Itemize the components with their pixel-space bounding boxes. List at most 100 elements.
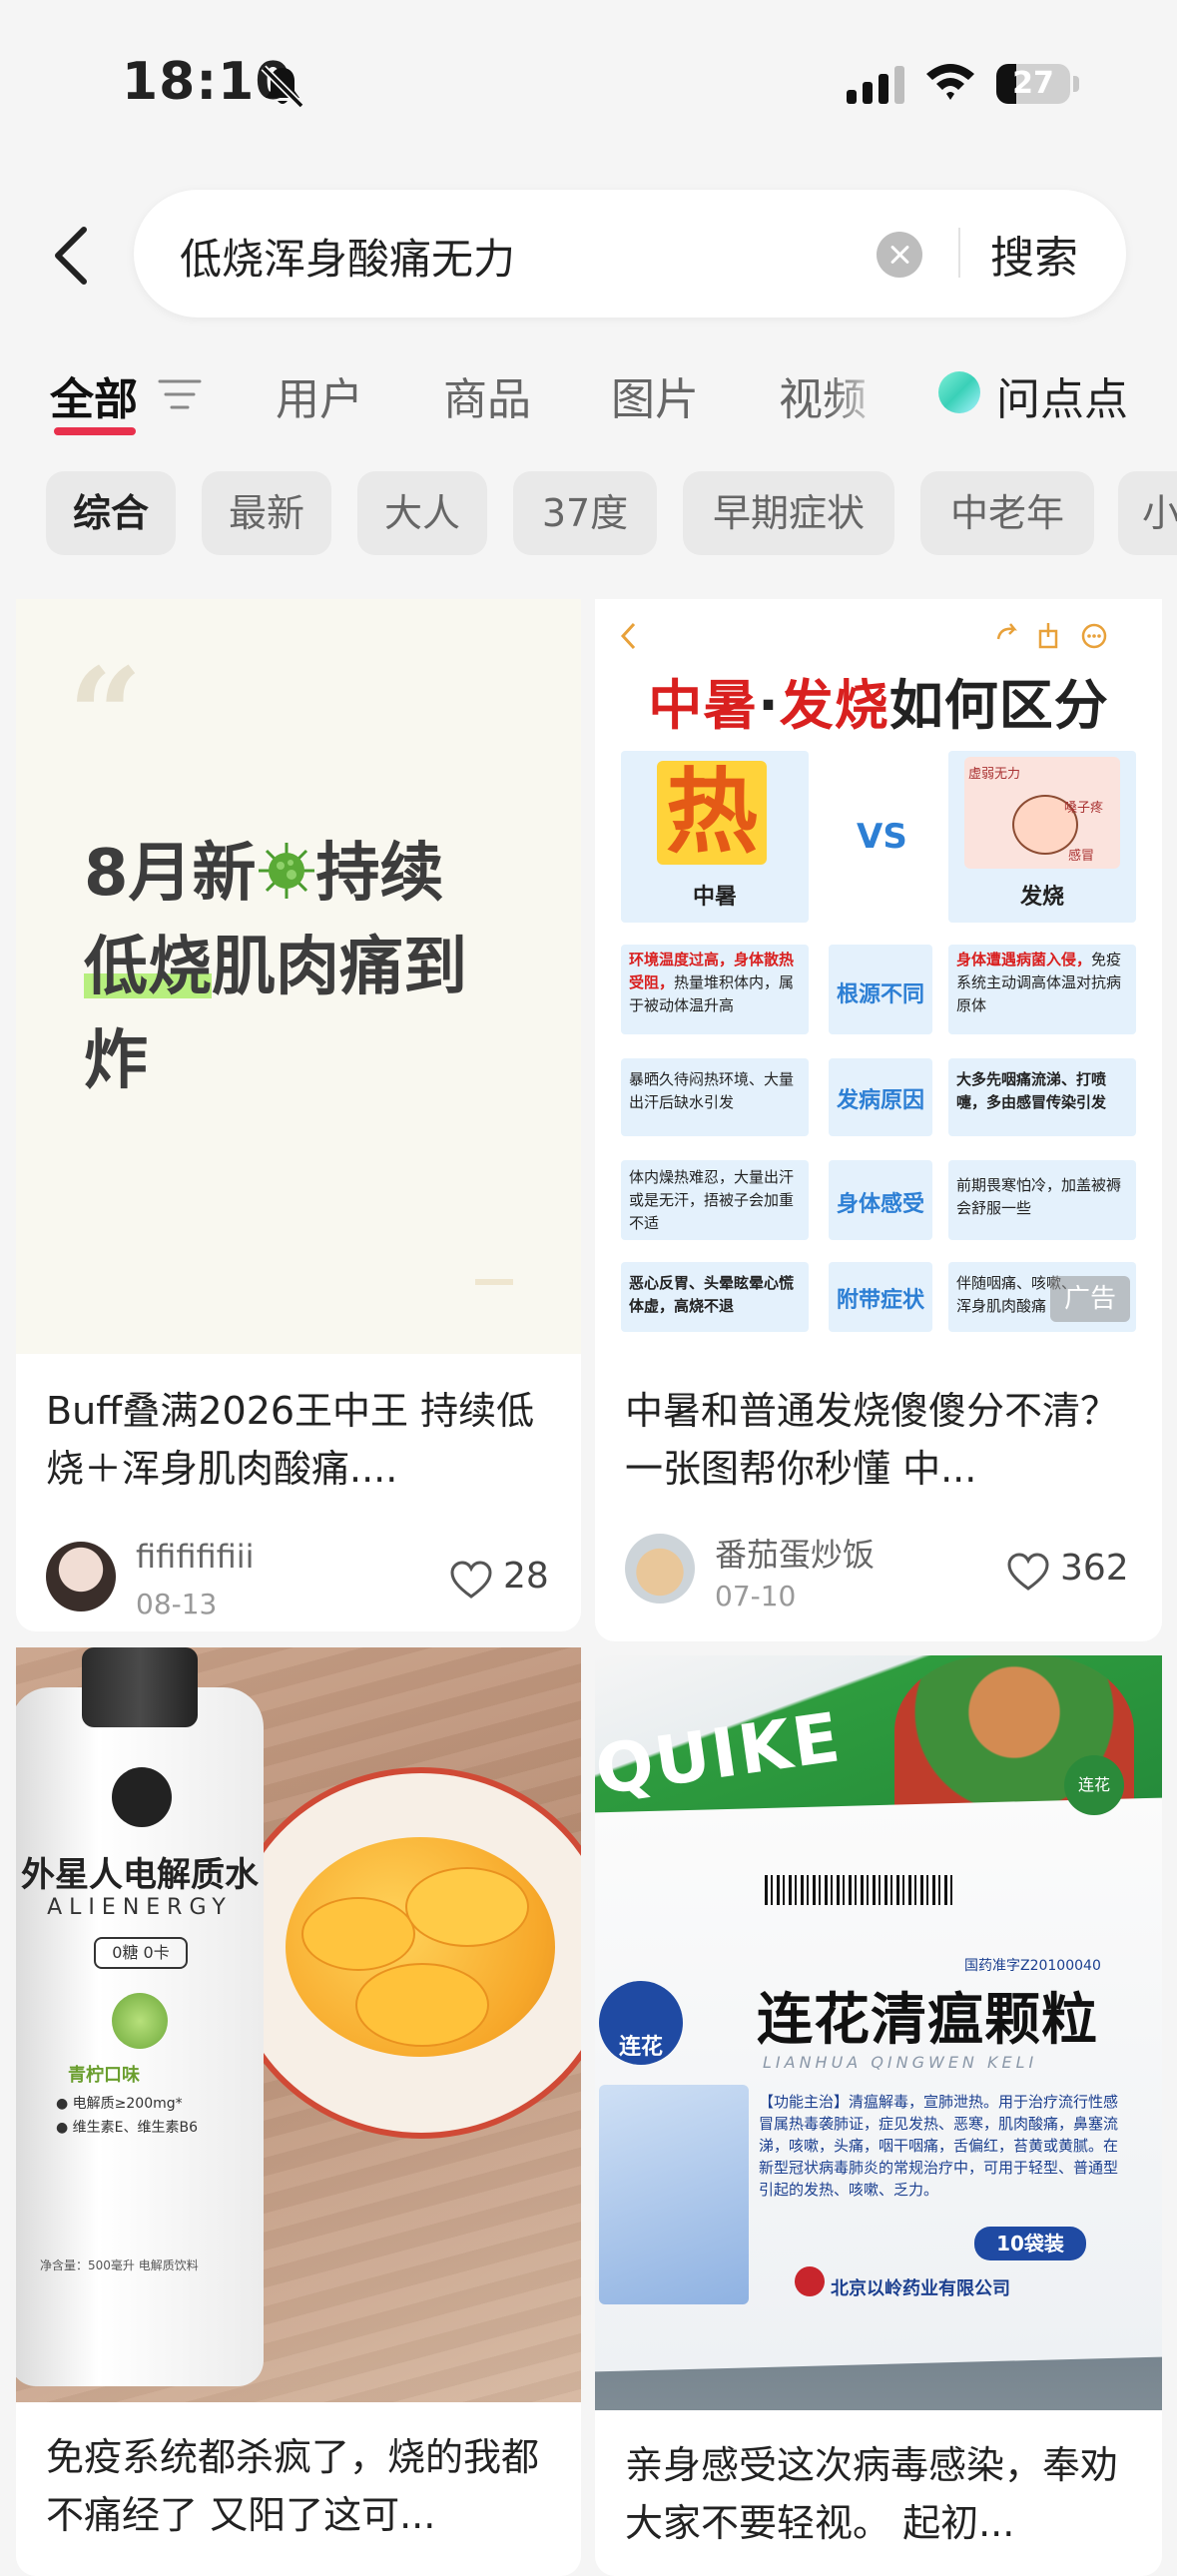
infographic-title: 中暑·发烧如何区分 — [595, 661, 1162, 740]
cause-left-text: 环境温度过高，身体散热受阻，热量堆积体内，属于被动体温升高 — [629, 949, 801, 1017]
fever-label: 发烧 — [1019, 885, 1064, 910]
manufacturer: 北京以岭药业有限公司 — [831, 2278, 1010, 2299]
cover-text-a: 8月新 — [84, 837, 257, 911]
cover-text-b: 持续 — [315, 837, 444, 911]
card-cover-infographic[interactable]: 中暑·发烧如何区分 热 中暑 VS 虚弱无力 嗓子疼 感冒 发烧 环境温度过高，… — [595, 599, 1162, 1336]
peach-slice — [301, 1897, 415, 1971]
active-tab-indicator — [54, 427, 136, 435]
feel-right-text: 前期畏寒怕冷，加盖被褥会舒服一些 — [956, 1176, 1122, 1217]
cover-line-3: 炸 — [84, 1024, 148, 1098]
hot-char-illustration: 热 — [657, 761, 767, 865]
tab-users[interactable]: 用户 — [276, 363, 363, 427]
tab-ask[interactable]: 问点点 — [996, 363, 1128, 427]
chip-37-degrees[interactable]: 37度 — [513, 471, 657, 555]
reason-left-text: 暴晒久待闷热环境、大量出汗后缺水引发 — [629, 1070, 795, 1111]
medicine-name: 连花清瘟颗粒 — [757, 1988, 1098, 2053]
title-fever: 发烧 — [779, 674, 889, 737]
tab-all[interactable]: 全部 — [50, 363, 138, 427]
tab-products[interactable]: 商品 — [443, 363, 531, 427]
heatstroke-panel: 热 中暑 — [621, 751, 809, 923]
feel-left-text: 体内燥热难忍，大量出汗或是无汗，捂被子会加重不适 — [629, 1168, 795, 1232]
chip-adult[interactable]: 大人 — [357, 471, 487, 555]
row-label-origin: 根源不同 — [836, 982, 924, 1007]
symptom-left-text: 恶心反胃、头晕眩晕心慌体虚，高烧不退 — [629, 1274, 795, 1315]
bottle-flavor: 青柠口味 — [68, 2065, 140, 2086]
box-brand: 连花 — [618, 2035, 663, 2060]
peach-slice — [405, 1867, 529, 1947]
wifi-icon — [926, 64, 974, 100]
note-title[interactable]: Buff叠满2026王中王 持续低烧＋浑身肌肉酸痛.... — [46, 1382, 545, 1498]
chip-middle-aged[interactable]: 中老年 — [920, 471, 1094, 555]
heart-icon[interactable] — [1006, 1552, 1050, 1592]
heart-icon[interactable] — [449, 1560, 493, 1600]
bottle-volume: 净含量：500毫升 电解质饮料 — [40, 2258, 199, 2272]
note-title[interactable]: 亲身感受这次病毒感染，奉劝大家不要轻视。 起初... — [625, 2436, 1134, 2552]
virus-icon — [258, 843, 314, 899]
cause-right-text: 身体遭遇病菌入侵，免疫系统主动调高体温对抗病原体 — [956, 949, 1128, 1017]
cover-text-c: 肌肉痛到 — [212, 931, 467, 1004]
chip-comprehensive[interactable]: 综合 — [46, 471, 176, 555]
title-rest: 如何区分 — [888, 674, 1109, 737]
note-title[interactable]: 中暑和普通发烧傻傻分不清？一张图帮你秒懂 中... — [625, 1382, 1134, 1498]
cover-line-2: 低烧肌肉痛到 — [84, 921, 467, 1014]
avatar[interactable] — [625, 1534, 695, 1604]
search-button[interactable]: 搜索 — [990, 222, 1078, 286]
tab-images[interactable]: 图片 — [611, 363, 699, 427]
bottle-brand: 外星人电解质水 — [21, 1855, 259, 1895]
post-date: 08-13 — [136, 1588, 218, 1620]
card-cover-photo[interactable]: QUIKE 国药准字Z20100040 连花 连花清瘟颗粒 LIANHUA QI… — [595, 1655, 1162, 2410]
cover-highlight: 低烧 — [84, 931, 212, 1004]
search-divider — [958, 228, 960, 278]
cover-dash — [475, 1279, 513, 1285]
vs-label: VS — [857, 817, 907, 857]
peach-slice — [355, 1963, 489, 2047]
back-button[interactable] — [44, 222, 104, 290]
filter-icon[interactable] — [158, 375, 202, 413]
bubble-weak: 虚弱无力 — [968, 767, 1021, 782]
fever-illustration: 虚弱无力 嗓子疼 感冒 — [964, 757, 1120, 869]
author-name[interactable]: fififififiii — [136, 1538, 255, 1576]
plant-illustration — [599, 2085, 749, 2304]
mute-bell-icon — [261, 65, 304, 109]
battery-tip — [1073, 76, 1079, 92]
package-count: 10袋装 — [974, 2227, 1086, 2260]
row-label-symptoms: 附带症状 — [836, 1288, 924, 1313]
infographic-back-icon — [620, 622, 636, 650]
ask-assistant-icon[interactable] — [938, 371, 980, 413]
hero-badge: 连花 — [1064, 1755, 1124, 1815]
battery-level: 27 — [1012, 66, 1054, 101]
bottle-brand-en: ALIENERGY — [47, 1895, 233, 1920]
maker-logo-icon — [795, 2266, 825, 2296]
barcode — [765, 1875, 954, 1905]
cover-line-1: 8月新 持续 — [84, 827, 444, 921]
bottle-spec-2: ● 维生素E、维生素B6 — [56, 2120, 199, 2136]
clear-search-icon[interactable] — [877, 232, 922, 278]
row-label-feeling: 身体感受 — [836, 1192, 924, 1217]
note-title[interactable]: 免疫系统都杀疯了，烧的我都不痛经了 又阳了这可... — [46, 2428, 555, 2544]
ad-badge: 广告 — [1050, 1276, 1130, 1322]
quote-mark-icon: “ — [68, 639, 143, 792]
medicine-pinyin: LIANHUA QINGWEN KELI — [763, 2053, 1038, 2072]
chip-latest[interactable]: 最新 — [202, 471, 331, 555]
row-label-cause: 发病原因 — [836, 1088, 924, 1113]
author-name[interactable]: 番茄蛋炒饭 — [715, 1530, 875, 1576]
chip-more[interactable]: 小 — [1118, 471, 1177, 555]
title-dot: · — [758, 674, 780, 737]
bottle-spec-1: ● 电解质≥200mg* — [56, 2096, 183, 2112]
status-bar: 18:10 27 — [0, 0, 1177, 150]
avatar[interactable] — [46, 1542, 116, 1611]
search-input[interactable]: 低烧浑身酸痛无力 — [180, 226, 515, 287]
like-count: 362 — [1060, 1548, 1129, 1589]
bottle-cap — [82, 1647, 198, 1727]
chip-early-symptoms[interactable]: 早期症状 — [683, 471, 894, 555]
approval-number: 国药准字Z20100040 — [964, 1958, 1101, 1974]
like-count: 28 — [503, 1556, 549, 1597]
battery-icon: 27 — [996, 64, 1070, 104]
heatstroke-label: 中暑 — [692, 885, 737, 910]
title-heatstroke: 中暑 — [648, 674, 759, 737]
fever-panel: 虚弱无力 嗓子疼 感冒 发烧 — [948, 751, 1136, 923]
card-cover-photo[interactable]: 外星人电解质水 ALIENERGY 0糖 0卡 青柠口味 ● 电解质≥200mg… — [16, 1647, 581, 2402]
bubble-throat: 嗓子疼 — [1064, 801, 1104, 816]
lime-icon — [112, 1993, 168, 2049]
reason-right-text: 大多先咽痛流涕、打喷嚏，多由感冒传染引发 — [956, 1070, 1107, 1111]
